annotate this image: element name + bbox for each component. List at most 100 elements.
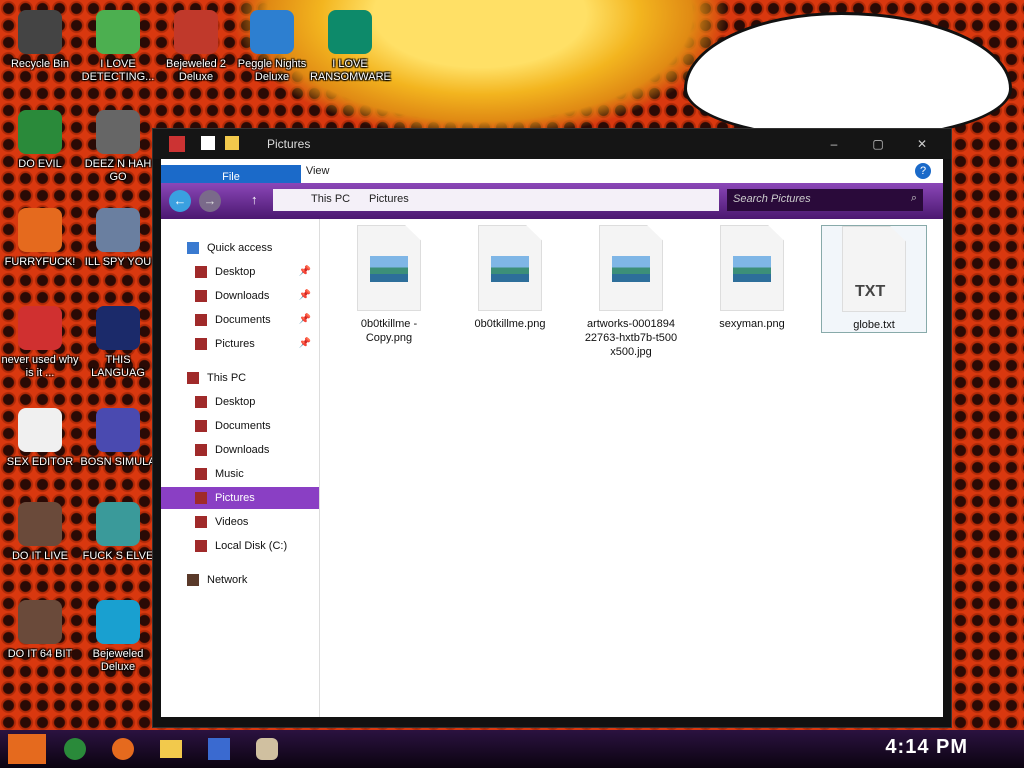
- file-item[interactable]: artworks-0001894 22763-hxtb7b-t500 x500.…: [579, 225, 683, 359]
- pin-icon: 📌: [298, 338, 311, 349]
- folder-documents-icon: [195, 420, 207, 432]
- image-thumbnail-icon: [370, 256, 408, 282]
- desktop-icon[interactable]: BOSN SIMULA: [78, 408, 158, 469]
- nav-item[interactable]: This PC: [161, 367, 319, 389]
- close-button[interactable]: ✕: [903, 133, 941, 155]
- forward-button[interactable]: →: [199, 190, 221, 212]
- desktop-icon-label: DEEZ N HAH GO: [84, 158, 152, 183]
- portrait64-icon: [18, 600, 62, 644]
- window-title: Pictures: [267, 137, 311, 151]
- ribbon: File Home Share View ?: [161, 159, 943, 189]
- file-name: 0b0tkillme - Copy.png: [360, 318, 418, 344]
- nav-item[interactable]: Music: [161, 463, 319, 485]
- taskbar-apps[interactable]: [200, 734, 238, 764]
- image-file-icon: [599, 225, 663, 311]
- desktop-icon[interactable]: DEEZ N HAH GO: [78, 110, 158, 184]
- desktop-icon-label: Bejeweled Deluxe: [92, 648, 144, 673]
- taskbar-chrome[interactable]: [56, 734, 94, 764]
- minimize-button[interactable]: –: [815, 133, 853, 155]
- desktop-icon-label: Bejeweled 2 Deluxe: [166, 58, 226, 83]
- nav-item[interactable]: Documents: [161, 415, 319, 437]
- publisher-icon: [328, 10, 372, 54]
- help-icon[interactable]: ?: [915, 163, 931, 179]
- desktop-icon[interactable]: ILL SPY YOU: [78, 208, 158, 269]
- folder-pictures-icon: [195, 338, 207, 350]
- desktop-icon[interactable]: Peggle Nights Deluxe: [232, 10, 312, 84]
- text-file-icon: TXT: [842, 226, 906, 312]
- desktop-icon[interactable]: FUCK S ELVE: [78, 502, 158, 563]
- desktop-icon[interactable]: FURRYFUCK!: [0, 208, 80, 269]
- nav-item-label: This PC: [207, 372, 247, 384]
- properties-icon[interactable]: [201, 136, 215, 150]
- desktop-icon[interactable]: Bejeweled Deluxe: [78, 600, 158, 674]
- image-file-icon: [720, 225, 784, 311]
- file-name: globe.txt: [853, 319, 895, 331]
- desktop-icon[interactable]: SEX EDITOR: [0, 408, 80, 469]
- clock[interactable]: 4:14 PM: [885, 736, 968, 759]
- desktop-icon[interactable]: Recycle Bin: [0, 10, 80, 71]
- up-button[interactable]: ↑: [251, 192, 258, 207]
- search-box[interactable]: Search Pictures ⌕: [727, 189, 923, 211]
- breadcrumb[interactable]: This PC Pictures: [273, 189, 719, 211]
- nav-item-label: Documents: [215, 314, 271, 326]
- nav-item[interactable]: Quick access: [161, 237, 319, 259]
- speech-bubble: [684, 12, 1012, 140]
- star-icon: [187, 242, 199, 254]
- start-button[interactable]: [8, 734, 46, 764]
- nav-item-label: Pictures: [215, 492, 255, 504]
- desktop-icon[interactable]: Bejeweled 2 Deluxe: [156, 10, 236, 84]
- taskbar-explorer[interactable]: [152, 734, 190, 764]
- nav-item[interactable]: Videos: [161, 511, 319, 533]
- nav-item[interactable]: Downloads: [161, 439, 319, 461]
- new-folder-icon[interactable]: [225, 136, 239, 150]
- file-item[interactable]: 0b0tkillme.png: [458, 225, 562, 331]
- desktop-icon-label: FUCK S ELVE: [82, 550, 154, 562]
- explorer-window[interactable]: Pictures – ▢ ✕ File Home Share View ? ← …: [152, 128, 952, 728]
- taskbar-firefox[interactable]: [104, 734, 142, 764]
- desktop-icon-label: never used why is it ...: [1, 354, 79, 379]
- maximize-button[interactable]: ▢: [859, 133, 897, 155]
- desktop-icon-label: THIS LANGUAG: [91, 354, 145, 379]
- search-placeholder: Search Pictures: [733, 193, 811, 205]
- devcpp-icon: [18, 306, 62, 350]
- desktop-icon[interactable]: I LOVE DETECTING...: [78, 10, 158, 84]
- back-button[interactable]: ←: [169, 190, 191, 212]
- portrait-icon: [18, 502, 62, 546]
- nav-item[interactable]: Local Disk (C:): [161, 535, 319, 557]
- nav-item-label: Pictures: [215, 338, 255, 350]
- desktop-icon[interactable]: THIS LANGUAG: [78, 306, 158, 380]
- pin-icon: 📌: [298, 314, 311, 325]
- breadcrumb-pictures[interactable]: Pictures: [369, 193, 409, 205]
- desktop-icon[interactable]: never used why is it ...: [0, 306, 80, 380]
- nav-item-label: Quick access: [207, 242, 273, 254]
- nav-item[interactable]: Network: [161, 569, 319, 591]
- file-item[interactable]: sexyman.png: [700, 225, 804, 331]
- breadcrumb-thispc[interactable]: This PC: [311, 193, 350, 205]
- recycle-bin-icon: [18, 10, 62, 54]
- cartoon-icon: [96, 10, 140, 54]
- nav-item[interactable]: Desktop 📌: [161, 261, 319, 283]
- desktop-icon[interactable]: DO EVIL: [0, 110, 80, 171]
- bejeweled-icon: [174, 10, 218, 54]
- file-item[interactable]: TXT globe.txt: [821, 225, 927, 333]
- desktop-icon-label: DO IT LIVE: [11, 550, 69, 562]
- nav-item[interactable]: Pictures 📌: [161, 333, 319, 355]
- nav-item-label: Downloads: [215, 444, 270, 456]
- hxd-icon: [18, 408, 62, 452]
- nav-item[interactable]: Documents 📌: [161, 309, 319, 331]
- image-file-icon: [478, 225, 542, 311]
- desktop-icon[interactable]: I LOVE RANSOMWARE: [310, 10, 391, 84]
- title-bar[interactable]: Pictures – ▢ ✕: [153, 129, 951, 159]
- pin-icon: 📌: [298, 290, 311, 301]
- taskbar-paint[interactable]: [248, 734, 286, 764]
- file-view: 0b0tkillme - Copy.png 0b0tkillme.png artwo…: [321, 219, 943, 717]
- desktop-icon[interactable]: DO IT LIVE: [0, 502, 80, 563]
- folder-music-icon: [195, 468, 207, 480]
- nav-item[interactable]: Downloads 📌: [161, 285, 319, 307]
- desktop-icon[interactable]: DO IT 64 BIT: [0, 600, 80, 661]
- file-name: sexyman.png: [719, 318, 785, 330]
- file-item[interactable]: 0b0tkillme - Copy.png: [337, 225, 441, 345]
- folder-videos-icon: [195, 516, 207, 528]
- nav-item[interactable]: Desktop: [161, 391, 319, 413]
- nav-item[interactable]: Pictures: [161, 487, 319, 509]
